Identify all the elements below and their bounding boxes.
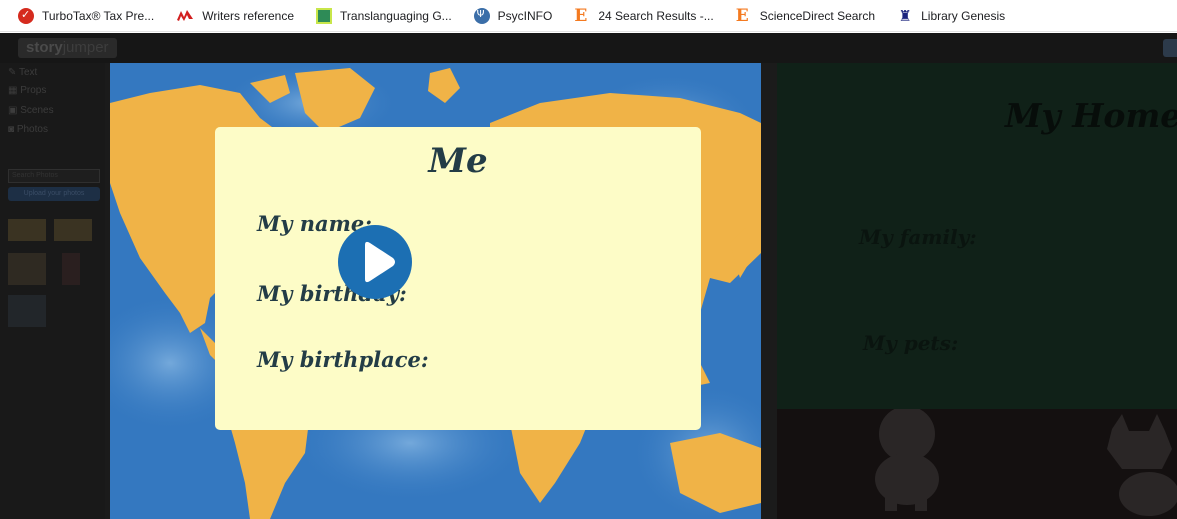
bookmark-sciencedirect[interactable]: E ScienceDirect Search: [735, 5, 876, 26]
sidebar-item-label: Scenes: [20, 105, 54, 116]
scenes-icon: ▣: [8, 105, 18, 116]
bookmark-label: Translanguaging G...: [340, 8, 452, 23]
upload-photos-button[interactable]: Upload your photos: [8, 187, 100, 201]
sidebar-item-label: Text: [19, 67, 38, 78]
bookmark-writers-reference[interactable]: Writers reference: [176, 8, 294, 24]
sidebar-item-text[interactable]: ✎ Text: [8, 67, 37, 78]
bookmark-translanguaging[interactable]: Translanguaging G...: [316, 7, 452, 24]
library-genesis-icon: ♜: [898, 6, 912, 25]
logo-text-b: jumper: [62, 39, 109, 56]
bookmark-search-results[interactable]: E 24 Search Results -...: [574, 5, 714, 26]
bookmark-label: 24 Search Results -...: [598, 8, 714, 23]
right-line-pets: My pets:: [863, 331, 959, 355]
card-title: Me: [428, 141, 488, 181]
bookmark-label: PsycINFO: [497, 8, 553, 23]
photo-thumbnail[interactable]: [8, 253, 46, 285]
pet-illustrations: [875, 406, 1177, 516]
sidebar-item-scenes[interactable]: ▣ Scenes: [8, 105, 54, 116]
bookmark-psycinfo[interactable]: PsycINFO: [473, 7, 553, 24]
sidebar-item-props[interactable]: ▦ Props: [8, 85, 46, 96]
bookmark-label: Library Genesis: [921, 8, 1006, 23]
play-icon: [365, 241, 395, 283]
elsevier-icon: E: [735, 5, 749, 26]
intro-text-card[interactable]: Me My name: My birthday: My birthplace:: [215, 127, 701, 430]
editor-sidebar: ✎ Text ▦ Props ▣ Scenes ◙ Photos Search …: [0, 63, 105, 519]
elsevier-icon: E: [574, 5, 588, 26]
photo-thumbnail[interactable]: [8, 219, 46, 241]
translanguaging-icon: [316, 7, 333, 24]
bookmark-library-genesis[interactable]: ♜ Library Genesis: [897, 8, 1005, 24]
turbotax-icon: [18, 7, 34, 24]
writers-reference-icon: [176, 8, 194, 24]
sidebar-item-label: Props: [20, 85, 47, 96]
photo-thumbnail[interactable]: [8, 295, 46, 327]
pets-illustration-area: [777, 406, 1177, 519]
pencil-icon: ✎: [8, 67, 17, 78]
card-line-birthplace: My birthplace:: [257, 347, 429, 372]
bookmark-label: TurboTax® Tax Pre...: [42, 8, 155, 23]
bookmark-turbotax[interactable]: TurboTax® Tax Pre...: [18, 7, 155, 24]
logo-text-a: story: [26, 39, 63, 56]
sidebar-item-label: Photos: [16, 124, 48, 135]
app-header: storyjumper: [0, 33, 1177, 63]
play-button[interactable]: [338, 225, 412, 299]
sidebar-item-photos[interactable]: ◙ Photos: [8, 124, 48, 135]
photo-thumbnail[interactable]: [54, 219, 92, 241]
storyjumper-logo[interactable]: storyjumper: [18, 38, 117, 58]
photo-search-input[interactable]: Search Photos: [8, 169, 100, 183]
bookmark-label: ScienceDirect Search: [759, 8, 876, 23]
bookmark-label: Writers reference: [202, 8, 295, 23]
psycinfo-icon: [473, 7, 490, 24]
props-icon: ▦: [8, 85, 18, 96]
bookmarks-bar: TurboTax® Tax Pre... Writers reference T…: [0, 0, 1177, 32]
header-corner-button[interactable]: [1163, 39, 1177, 57]
book-page-left[interactable]: Me My name: My birthday: My birthplace:: [110, 63, 761, 519]
photo-thumbnail[interactable]: [62, 253, 80, 285]
right-line-family: My family:: [859, 225, 977, 249]
book-page-right[interactable]: My Home My family: My pets:: [777, 63, 1177, 519]
right-page-title: My Home: [1005, 96, 1177, 135]
storyjumper-editor: storyjumper ✎ Text ▦ Props ▣ Scenes ◙ Ph…: [0, 33, 1177, 519]
camera-icon: ◙: [8, 124, 15, 135]
